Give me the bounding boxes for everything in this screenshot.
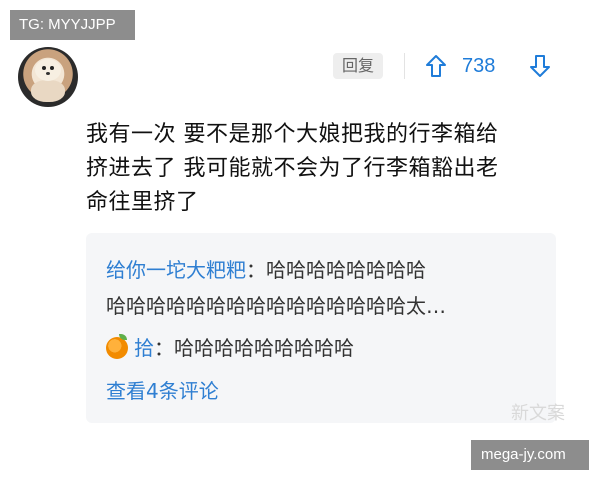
reply-item-1-continuation: 哈哈哈哈哈哈哈哈哈哈哈哈哈哈哈太…: [106, 294, 446, 318]
avatar-dog-nose: [46, 72, 50, 75]
reply-button[interactable]: 回复: [333, 53, 383, 79]
orange-icon: [106, 334, 128, 359]
downvote-icon[interactable]: [528, 53, 552, 79]
comment-line-3: 命往里挤了: [86, 190, 199, 215]
reply-item-2[interactable]: 拾：哈哈哈哈哈哈哈哈哈: [106, 332, 354, 364]
avatar-dog-eye-left: [42, 66, 46, 70]
watermark-bottom-text: 新文案: [511, 403, 565, 424]
reply-item-1[interactable]: 给你一坨大粑粑：哈哈哈哈哈哈哈哈: [106, 254, 426, 286]
comment-text: 我有一次 要不是那个大娘把我的行李箱给 挤进去了 我可能就不会为了行李箱豁出老 …: [86, 118, 556, 220]
comment-line-1: 我有一次 要不是那个大娘把我的行李箱给: [86, 122, 499, 147]
reply-author[interactable]: 拾: [134, 332, 154, 364]
watermark-top: TG: MYYJJPP: [10, 10, 135, 40]
avatar-dog-body: [31, 80, 65, 102]
reply-author[interactable]: 给你一坨大粑粑: [106, 258, 246, 282]
upvote-count: 738: [462, 55, 496, 77]
reply-text: ：哈哈哈哈哈哈哈哈哈: [154, 336, 354, 360]
avatar-dog-eye-right: [50, 66, 54, 70]
vote-divider: [404, 53, 405, 79]
reply-text: ：哈哈哈哈哈哈哈哈: [246, 258, 426, 282]
view-more-replies-link[interactable]: 查看4条评论: [106, 375, 219, 407]
watermark-bottom: mega-jy.com: [471, 440, 589, 470]
reply-panel: 给你一坨大粑粑：哈哈哈哈哈哈哈哈 哈哈哈哈哈哈哈哈哈哈哈哈哈哈哈太… 拾：哈哈哈…: [86, 233, 556, 423]
upvote-icon[interactable]: [424, 53, 448, 79]
avatar[interactable]: [18, 47, 78, 107]
comment-line-2: 挤进去了 我可能就不会为了行李箱豁出老: [86, 156, 499, 181]
avatar-dog-face: [35, 59, 61, 81]
